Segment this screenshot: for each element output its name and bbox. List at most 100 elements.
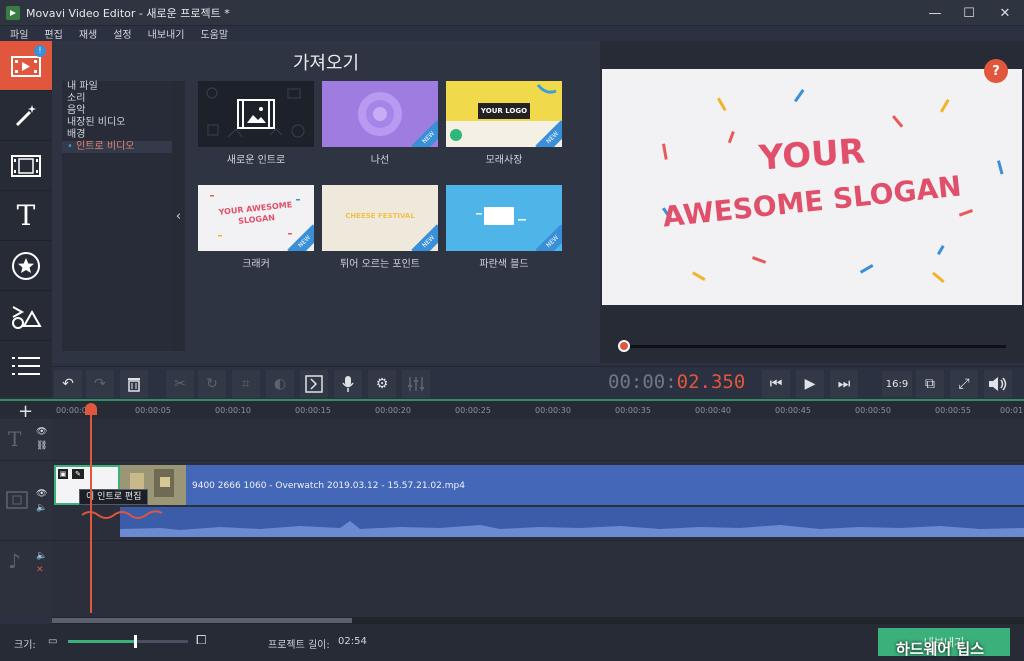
music-note-icon: ♪ [8,549,21,573]
delete-button[interactable] [120,370,148,398]
category-item-selected[interactable]: • 인트로 비디오 [62,141,172,153]
intro-tile[interactable]: YOUR LOGO NEW [446,81,562,147]
help-button[interactable]: ? [984,59,1008,83]
category-item[interactable]: 내 파일 [62,81,172,93]
title-track-lane[interactable] [52,419,1024,461]
new-badge: NEW [411,224,438,251]
maximize-button[interactable]: ☐ [952,0,986,26]
music-track-header: ♪ 🔈 ✕ [0,541,52,619]
tile-festival-text: CHEESE FESTIVAL [345,212,415,220]
eye-icon[interactable]: 👁 [36,427,47,437]
timeline-ruler[interactable]: + 00:00:00 00:00:05 00:00:10 00:00:15 00… [0,399,1024,422]
playhead-handle[interactable] [85,403,97,415]
color-adjust-button[interactable]: ◐ [266,370,294,398]
preview-canvas[interactable]: YOUR AWESOME SLOGAN [602,69,1022,305]
menu-edit[interactable]: 편집 [44,26,62,41]
aspect-ratio-button[interactable]: 16:9 [882,371,912,397]
intro-tile[interactable]: NEW [446,185,562,251]
scrubber-handle[interactable] [618,340,630,352]
menu-bar: 파일 편집 재생 설정 내보내기 도움말 [0,26,1024,41]
ruler-tick: 00:00:15 [295,406,331,415]
more-tools-button[interactable] [0,341,52,391]
undo-button[interactable]: ↶ [54,370,82,398]
intro-tile[interactable]: CHEESE FESTIVAL NEW [322,185,438,251]
panel-title: 가져오기 [292,53,360,74]
skip-forward-icon: ⏭ [837,376,851,392]
titles-tool-button[interactable]: T [0,191,52,241]
record-voiceover-button[interactable] [334,370,362,398]
category-item[interactable]: 음악 [62,105,172,117]
zoom-slider-handle[interactable] [134,635,137,648]
undo-icon: ↶ [62,376,74,392]
cut-button[interactable]: ✂ [166,370,194,398]
intro-tile[interactable]: NEW [322,81,438,147]
play-button[interactable]: ▶ [796,370,824,398]
category-list: 내 파일 소리 음악 내장된 비디오 배경 • 인트로 비디오 [62,81,172,351]
tile-label: 나선 [370,155,390,166]
speaker-icon[interactable]: 🔈 [36,551,47,561]
redo-icon: ↷ [94,376,106,392]
trash-icon [128,378,140,392]
clip-properties-button[interactable]: ⚙ [368,370,396,398]
rotate-button[interactable]: ↻ [198,370,226,398]
equalizer-icon [408,377,424,391]
speaker-icon[interactable]: 🔈 [36,503,47,513]
contrast-icon: ◐ [273,376,287,392]
zoom-in-icon[interactable]: ⧠ [196,633,206,648]
category-item[interactable]: 내장된 비디오 [62,117,172,129]
video-track-header: 👁 🔈 [0,461,52,541]
crop-button[interactable]: ⌗ [232,370,260,398]
waveform-graphic [120,521,1024,537]
import-tool-button[interactable]: ! [0,41,52,91]
category-item[interactable]: 소리 [62,93,172,105]
edit-pencil-icon[interactable]: ✎ [72,469,84,479]
scissors-icon: ✂ [174,376,186,392]
title-track-icon: T [8,427,22,451]
menu-settings[interactable]: 설정 [113,26,131,41]
project-length-value: 02:54 [338,636,367,647]
audio-waveform[interactable] [120,507,1024,537]
scrollbar-thumb[interactable] [52,618,352,623]
menu-export[interactable]: 내보내기 [148,26,185,41]
transition-wizard-button[interactable] [300,370,328,398]
detach-preview-button[interactable]: ⧉ [916,370,944,398]
menu-file[interactable]: 파일 [10,26,28,41]
volume-icon [989,377,1007,391]
redo-button[interactable]: ↷ [86,370,114,398]
playhead-line[interactable] [90,405,92,613]
tile-label: 크래커 [242,259,270,270]
preview-scrubber[interactable] [630,345,1006,348]
filters-tool-button[interactable] [0,91,52,141]
minimize-button[interactable]: — [918,0,952,26]
music-track-lane[interactable] [52,541,1024,619]
play-icon: ▶ [804,376,816,392]
zoom-slider[interactable] [68,640,188,643]
bullet-icon: • [67,141,73,152]
intro-tile[interactable] [198,81,314,147]
callouts-tool-button[interactable] [0,291,52,341]
category-item[interactable]: 배경 [62,129,172,141]
menu-help[interactable]: 도움말 [200,26,228,41]
stickers-tool-button[interactable] [0,241,52,291]
audio-equalizer-button[interactable] [402,370,430,398]
mute-icon[interactable]: ✕ [36,565,44,575]
link-icon[interactable]: ⛓ [36,441,47,451]
clip-filename: 9400 2666 1060 - Overwatch 2019.03.12 - … [192,481,465,491]
skip-back-icon: ⏮ [769,376,783,392]
gear-icon: ⚙ [375,376,389,392]
collapse-panel-button[interactable]: ‹ [172,81,185,351]
intro-tile[interactable]: YOUR AWESOME SLOGAN NEW [198,185,314,251]
transitions-tool-button[interactable] [0,141,52,191]
ruler-tick: 00:01:0 [1000,406,1024,415]
zoom-out-icon[interactable]: ▭ [48,636,57,647]
next-frame-button[interactable]: ⏭ [830,370,858,398]
fullscreen-button[interactable]: ⤢ [950,370,978,398]
eye-icon[interactable]: 👁 [36,489,47,499]
volume-button[interactable] [984,370,1012,398]
menu-playback[interactable]: 재생 [79,26,97,41]
previous-frame-button[interactable]: ⏮ [762,370,790,398]
close-button[interactable]: ✕ [988,0,1022,26]
zoom-slider-fill [68,640,134,643]
timeline-scrollbar[interactable] [52,617,1024,624]
ruler-tick: 00:00:35 [615,406,651,415]
